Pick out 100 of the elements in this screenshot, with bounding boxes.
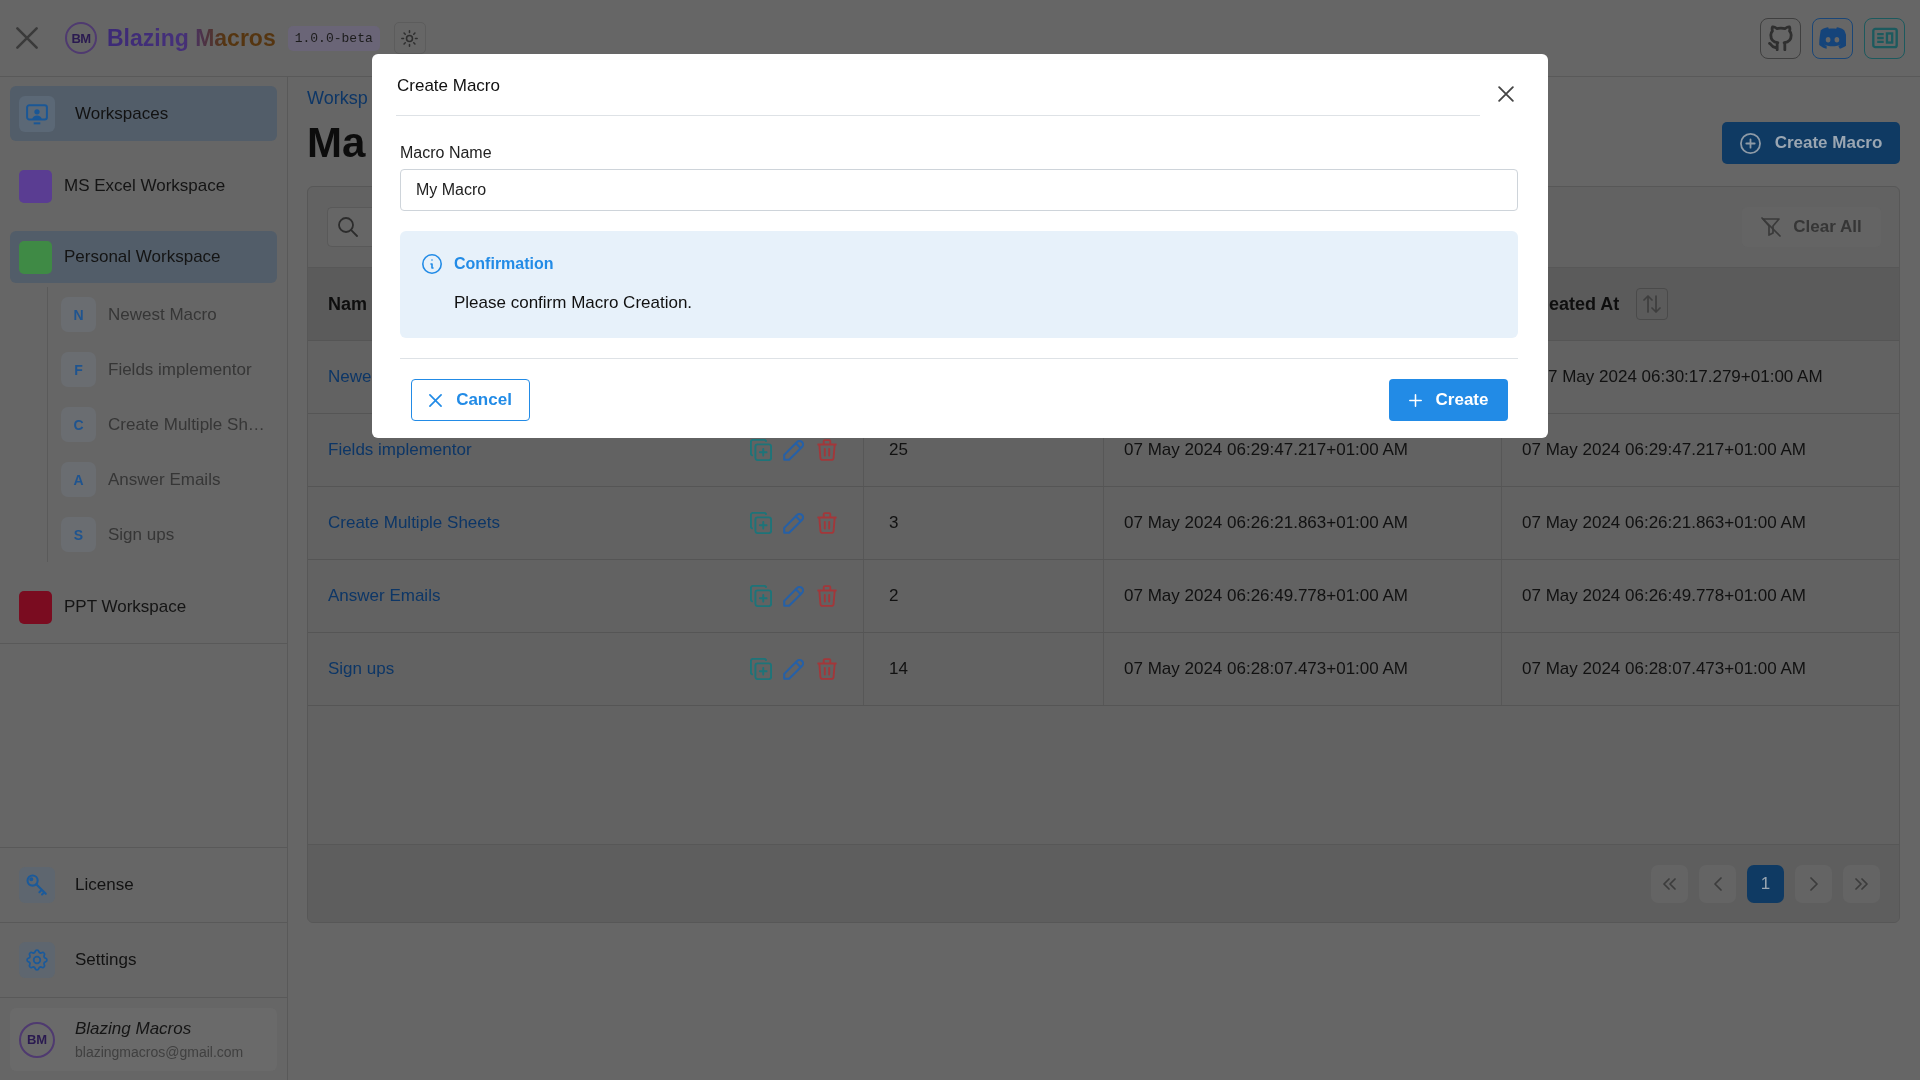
close-icon (1498, 86, 1514, 102)
macro-initial: C (61, 407, 96, 442)
search-icon (338, 217, 358, 237)
workspaces-nav-item[interactable]: Workspaces (10, 86, 277, 141)
date-text: 07 May 2024 06:26:21.863+01:00 AM (1522, 513, 1807, 533)
copy-plus-icon (750, 439, 772, 461)
settings-icon (19, 942, 55, 978)
pencil-icon (783, 585, 805, 607)
chevron-right-icon (1809, 876, 1818, 891)
macro-initial: F (61, 352, 96, 387)
edit-button[interactable] (783, 439, 805, 461)
discord-button[interactable] (1812, 17, 1853, 59)
sun-icon (401, 29, 419, 47)
copy-plus-icon (750, 512, 772, 534)
first-page-button[interactable] (1651, 864, 1688, 903)
duplicate-button[interactable] (750, 512, 772, 534)
copy-plus-icon (750, 658, 772, 680)
delete-button[interactable] (816, 439, 838, 461)
cancel-button[interactable]: Cancel (411, 379, 530, 421)
close-icon (16, 27, 38, 49)
workspace-item[interactable]: MS Excel Workspace (10, 160, 277, 212)
field-label: Macro Name (400, 144, 492, 162)
macro-name-link[interactable]: Sign ups (328, 659, 395, 679)
close-button[interactable] (1498, 86, 1514, 102)
key-icon (19, 867, 55, 903)
workspace-item[interactable]: PPT Workspace (10, 581, 277, 633)
macro-name-link[interactable]: Answer Emails (328, 586, 441, 606)
delete-button[interactable] (816, 512, 838, 534)
user-avatar: BM (19, 1021, 55, 1058)
github-button[interactable] (1760, 17, 1801, 59)
news-button[interactable] (1864, 17, 1905, 59)
copy-plus-icon (750, 585, 772, 607)
presentation-icon (19, 95, 55, 132)
sidebar-item[interactable]: Settings (10, 932, 277, 988)
user-name: Blazing Macros (75, 1019, 193, 1039)
chevron-left-icon (1713, 876, 1722, 891)
pencil-icon (783, 658, 805, 680)
alert-message: Please confirm Macro Creation. (454, 293, 693, 313)
funnel-off-icon (1761, 217, 1782, 237)
github-icon (1767, 25, 1794, 51)
count-text: 2 (889, 586, 899, 606)
count-text: 3 (889, 513, 899, 533)
trash-icon (816, 658, 838, 680)
search-field[interactable] (327, 207, 375, 247)
date-text: 07 May 2024 06:28:07.473+01:00 AM (1124, 659, 1409, 679)
create-button[interactable]: Create (1389, 379, 1508, 421)
breadcrumb-link[interactable]: Worksp (307, 87, 368, 109)
trash-icon (816, 585, 838, 607)
discord-icon (1819, 27, 1846, 49)
edit-button[interactable] (783, 512, 805, 534)
edit-button[interactable] (783, 658, 805, 680)
next-page-button[interactable] (1795, 864, 1832, 903)
sort-button[interactable] (1636, 288, 1669, 320)
pencil-icon (783, 512, 805, 534)
sort-arrows-icon (1643, 295, 1662, 313)
macro-name-link[interactable]: Create Multiple Sheets (328, 513, 500, 533)
create-macro-button[interactable]: Create Macro (1722, 122, 1900, 164)
duplicate-button[interactable] (750, 658, 772, 680)
double-chevron-right-icon (1855, 877, 1868, 890)
alert-title: Confirmation (454, 255, 554, 273)
date-text: 07 May 2024 06:26:21.863+01:00 AM (1124, 513, 1409, 533)
date-text: 07 May 2024 06:26:49.778+01:00 AM (1124, 586, 1409, 606)
macro-initial: A (61, 462, 96, 497)
date-text: 07 May 2024 06:29:47.217+01:00 AM (1522, 440, 1807, 460)
double-chevron-left-icon (1663, 877, 1676, 890)
app-logo: BM (65, 22, 97, 54)
duplicate-button[interactable] (750, 439, 772, 461)
macro-name-link[interactable]: Newe (328, 367, 372, 387)
trash-icon (816, 512, 838, 534)
last-page-button[interactable] (1843, 864, 1880, 903)
edit-button[interactable] (783, 585, 805, 607)
version-badge: 1.0.0-beta (287, 25, 380, 51)
macro-initial: S (61, 517, 96, 552)
column-header[interactable]: eated At (1549, 293, 1620, 315)
delete-button[interactable] (816, 658, 838, 680)
pencil-icon (783, 439, 805, 461)
macro-name-field[interactable]: My Macro (400, 169, 1518, 211)
page-title: Ma (307, 118, 366, 168)
date-text: 07 May 2024 06:29:47.217+01:00 AM (1124, 440, 1409, 460)
trash-icon (816, 439, 838, 461)
duplicate-button[interactable] (750, 585, 772, 607)
plus-icon (1408, 393, 1422, 407)
date-text: 07 May 2024 06:26:49.778+01:00 AM (1522, 586, 1807, 606)
plus-circle-icon (1739, 132, 1761, 154)
count-text: 14 (889, 659, 908, 679)
workspace-item[interactable]: Personal Workspace (10, 231, 277, 283)
date-text: 07 May 2024 06:28:07.473+01:00 AM (1522, 659, 1807, 679)
dialog-title: Create Macro (397, 76, 500, 95)
count-text: 25 (889, 440, 908, 460)
news-icon (1871, 25, 1898, 51)
close-icon (429, 393, 443, 407)
sidebar-item[interactable]: License (10, 857, 277, 913)
date-text: 7 May 2024 06:30:17.279+01:00 AM (1548, 367, 1823, 387)
column-header[interactable]: Nam (328, 293, 367, 315)
page-button[interactable]: 1 (1747, 864, 1784, 903)
macro-name-link[interactable]: Fields implementor (328, 440, 472, 460)
info-icon (422, 254, 442, 274)
previous-page-button[interactable] (1699, 864, 1736, 903)
macro-initial: N (61, 297, 96, 332)
delete-button[interactable] (816, 585, 838, 607)
